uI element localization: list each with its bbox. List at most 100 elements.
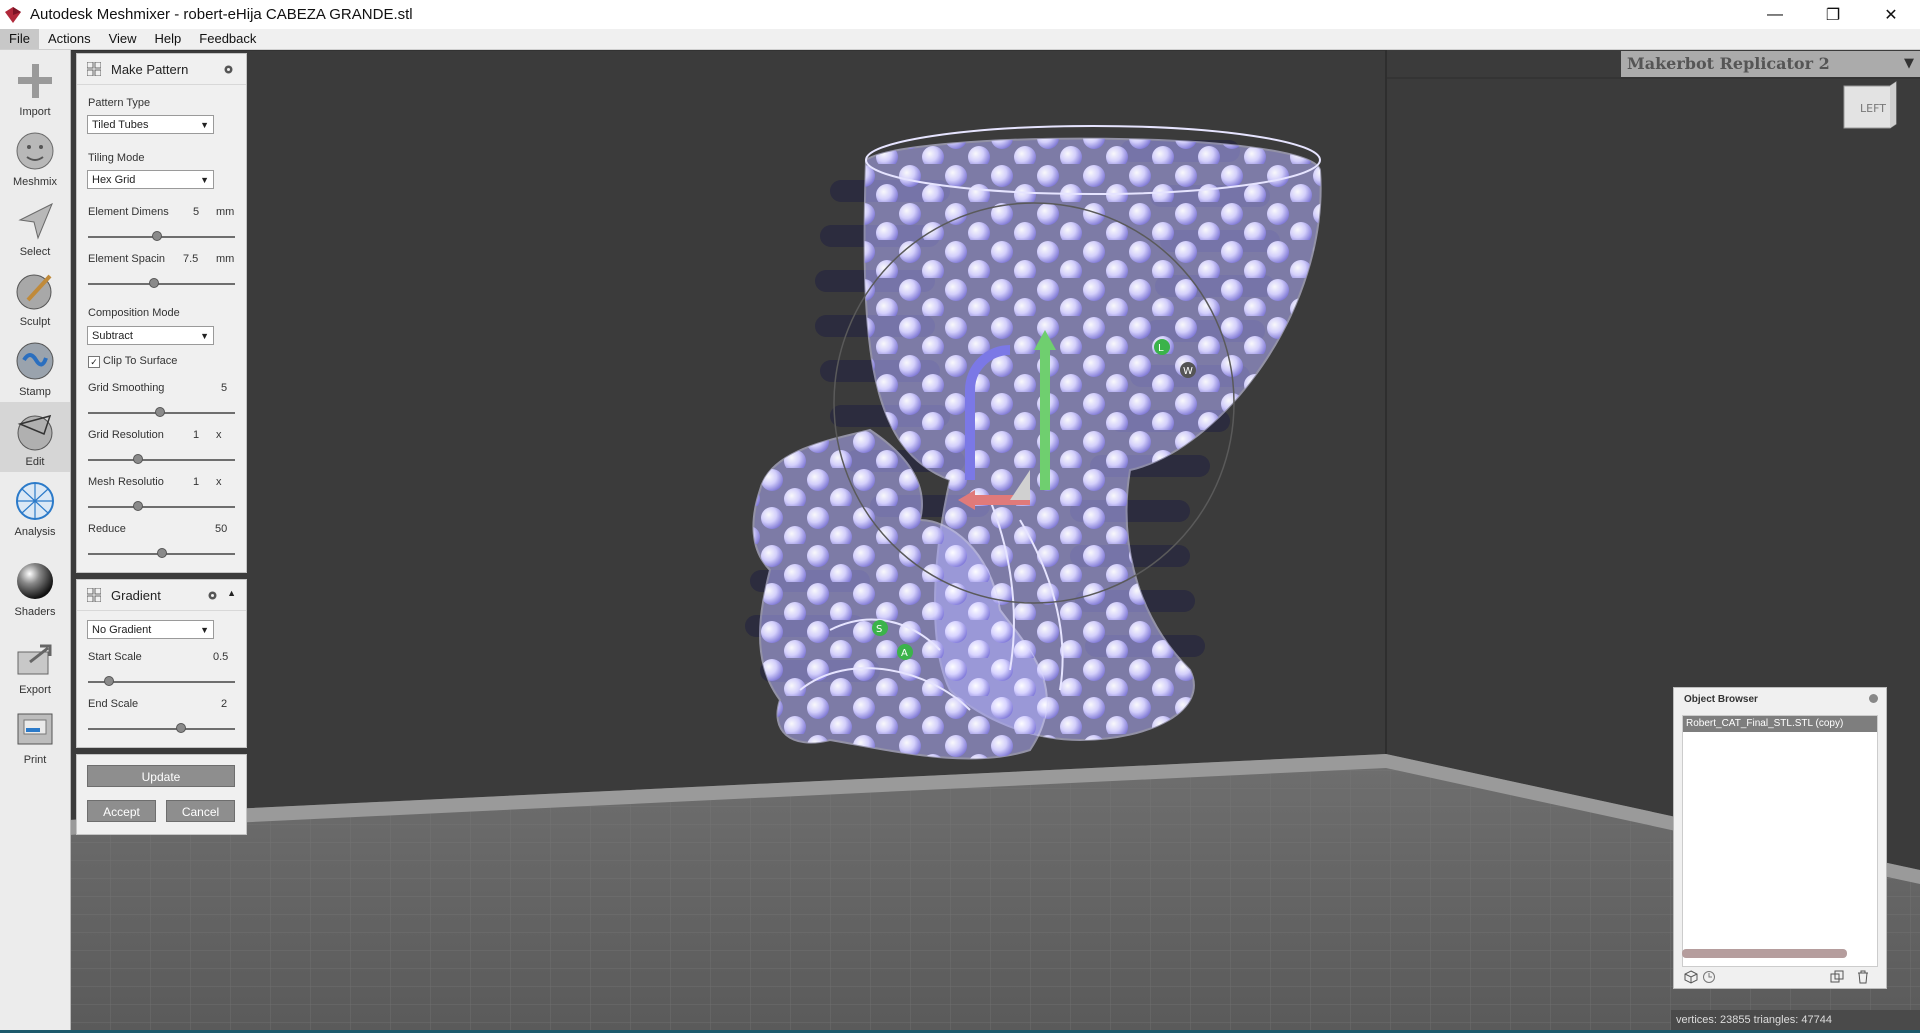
- element-spacing-value: 7.5: [183, 253, 199, 265]
- reduce-label: Reduce: [88, 523, 126, 535]
- slider-handle[interactable]: [152, 231, 163, 241]
- reduce-slider[interactable]: [88, 548, 235, 558]
- tiling-mode-dropdown[interactable]: Hex Grid ▼: [87, 170, 214, 189]
- element-dimens-label: Element Dimens: [88, 206, 169, 218]
- mesh-resolution-unit: x: [216, 476, 222, 488]
- make-pattern-title: Make Pattern: [111, 61, 189, 77]
- window-title: Autodesk Meshmixer - robert-eHija CABEZA…: [30, 6, 413, 23]
- gradient-title: Gradient: [111, 587, 161, 603]
- mesh-resolution-slider[interactable]: [88, 501, 235, 511]
- gradient-mode-value: No Gradient: [92, 624, 152, 636]
- slider-handle[interactable]: [132, 454, 143, 464]
- close-icon[interactable]: [1869, 694, 1878, 703]
- printer-selector[interactable]: Makerbot Replicator 2 ▼: [1621, 51, 1920, 77]
- element-spacing-slider[interactable]: [88, 278, 235, 288]
- menu-file[interactable]: File: [0, 29, 39, 49]
- mesh-sphere-icon: [16, 482, 54, 520]
- tool-export[interactable]: Export: [0, 630, 70, 700]
- tool-import[interactable]: Import: [0, 52, 70, 122]
- minimize-button[interactable]: —: [1746, 0, 1804, 29]
- cube-icon[interactable]: [1684, 970, 1698, 984]
- close-button[interactable]: ✕: [1862, 0, 1920, 29]
- tool-sculpt[interactable]: Sculpt: [0, 262, 70, 332]
- view-cube[interactable]: LEFT: [1840, 80, 1898, 130]
- grid-icon: [87, 62, 101, 76]
- tool-meshmix-label: Meshmix: [12, 176, 57, 188]
- gradient-mode-dropdown[interactable]: No Gradient ▼: [87, 620, 214, 639]
- slider-handle[interactable]: [103, 676, 114, 686]
- tool-sidebar: Import Meshmix Select Sculpt Stamp Edit …: [0, 50, 71, 1033]
- tool-analysis-label: Analysis: [14, 526, 56, 538]
- composition-mode-dropdown[interactable]: Subtract ▼: [87, 326, 214, 345]
- gradient-panel: Gradient ▲ No Gradient ▼ Start Scale 0.5 …: [76, 579, 247, 748]
- slider-handle[interactable]: [175, 723, 186, 733]
- accept-button[interactable]: Accept: [87, 800, 156, 822]
- grid-smoothing-label: Grid Smoothing: [88, 382, 165, 394]
- edit-sphere-icon: [17, 414, 53, 451]
- gear-icon[interactable]: [223, 64, 234, 75]
- duplicate-icon[interactable]: [1830, 970, 1844, 984]
- arrow-select-icon: [18, 202, 53, 240]
- end-scale-label: End Scale: [88, 698, 139, 710]
- pattern-type-value: Tiled Tubes: [92, 119, 149, 131]
- menu-view[interactable]: View: [100, 29, 146, 49]
- status-bar: vertices: 23855 triangles: 47744: [1671, 1010, 1920, 1030]
- update-button[interactable]: Update: [87, 765, 235, 787]
- gear-icon[interactable]: [207, 590, 218, 601]
- element-dimens-slider[interactable]: [88, 231, 235, 241]
- slider-handle[interactable]: [156, 548, 167, 558]
- restore-button[interactable]: ❐: [1804, 0, 1862, 29]
- element-dimens-unit: mm: [216, 206, 235, 218]
- make-pattern-panel: Make Pattern Pattern Type Tiled Tubes ▼ T…: [76, 53, 247, 573]
- clock-icon[interactable]: [1702, 970, 1716, 984]
- viewport-3d[interactable]: L W S A: [70, 50, 1920, 1033]
- grid-smoothing-slider[interactable]: [88, 407, 235, 417]
- element-dimens-value: 5: [193, 206, 200, 218]
- gradient-header: Gradient ▲: [77, 580, 246, 611]
- chevron-down-icon: ▼: [200, 120, 209, 130]
- start-scale-slider[interactable]: [88, 676, 235, 686]
- menu-actions[interactable]: Actions: [39, 29, 100, 49]
- slider-handle[interactable]: [132, 501, 143, 511]
- grid-resolution-slider[interactable]: [88, 454, 235, 464]
- tool-meshmix[interactable]: Meshmix: [0, 122, 70, 192]
- tool-shaders[interactable]: Shaders: [0, 552, 70, 622]
- printer-name: Makerbot Replicator 2: [1627, 54, 1830, 73]
- pattern-type-dropdown[interactable]: Tiled Tubes ▼: [87, 115, 214, 134]
- view-cube-face-label: LEFT: [1860, 102, 1886, 115]
- tool-print[interactable]: Print: [0, 700, 70, 770]
- plus-icon: [18, 64, 52, 98]
- chevron-down-icon: ▼: [200, 175, 209, 185]
- end-scale-slider[interactable]: [88, 723, 235, 733]
- action-buttons-panel: Update Accept Cancel: [76, 754, 247, 835]
- grid-icon: [87, 588, 101, 602]
- brush-sphere-icon: [16, 274, 52, 310]
- slider-handle[interactable]: [149, 278, 160, 288]
- start-scale-value: 0.5: [213, 651, 229, 663]
- gizmo-label-l: L: [1158, 343, 1164, 354]
- object-browser-title: Object Browser: [1684, 694, 1758, 705]
- tool-select[interactable]: Select: [0, 192, 70, 262]
- reduce-value: 50: [215, 523, 228, 535]
- object-browser-panel: Object Browser Robert_CAT_Final_STL.STL …: [1673, 687, 1887, 989]
- menu-bar: File Actions View Help Feedback: [0, 29, 1920, 50]
- chevron-down-icon: ▼: [200, 625, 209, 635]
- object-list-item[interactable]: Robert_CAT_Final_STL.STL (copy): [1683, 716, 1877, 732]
- tool-analysis[interactable]: Analysis: [0, 472, 70, 542]
- slider-handle[interactable]: [155, 407, 166, 417]
- tool-sculpt-label: Sculpt: [19, 316, 51, 328]
- tool-stamp[interactable]: Stamp: [0, 332, 70, 402]
- cancel-button[interactable]: Cancel: [166, 800, 235, 822]
- collapse-up-icon[interactable]: ▲: [227, 588, 236, 598]
- tool-edit[interactable]: Edit: [0, 402, 70, 472]
- stamp-sphere-icon: [16, 342, 54, 380]
- mesh-resolution-value: 1: [193, 476, 200, 488]
- element-spacing-label: Element Spacin: [88, 253, 166, 265]
- tool-shaders-label: Shaders: [14, 606, 56, 618]
- horizontal-scrollbar[interactable]: [1682, 949, 1847, 958]
- composition-mode-value: Subtract: [92, 330, 133, 342]
- menu-help[interactable]: Help: [146, 29, 191, 49]
- menu-feedback[interactable]: Feedback: [190, 29, 265, 49]
- clip-to-surface-checkbox[interactable]: ✓: [88, 356, 100, 368]
- trash-icon[interactable]: [1856, 970, 1870, 984]
